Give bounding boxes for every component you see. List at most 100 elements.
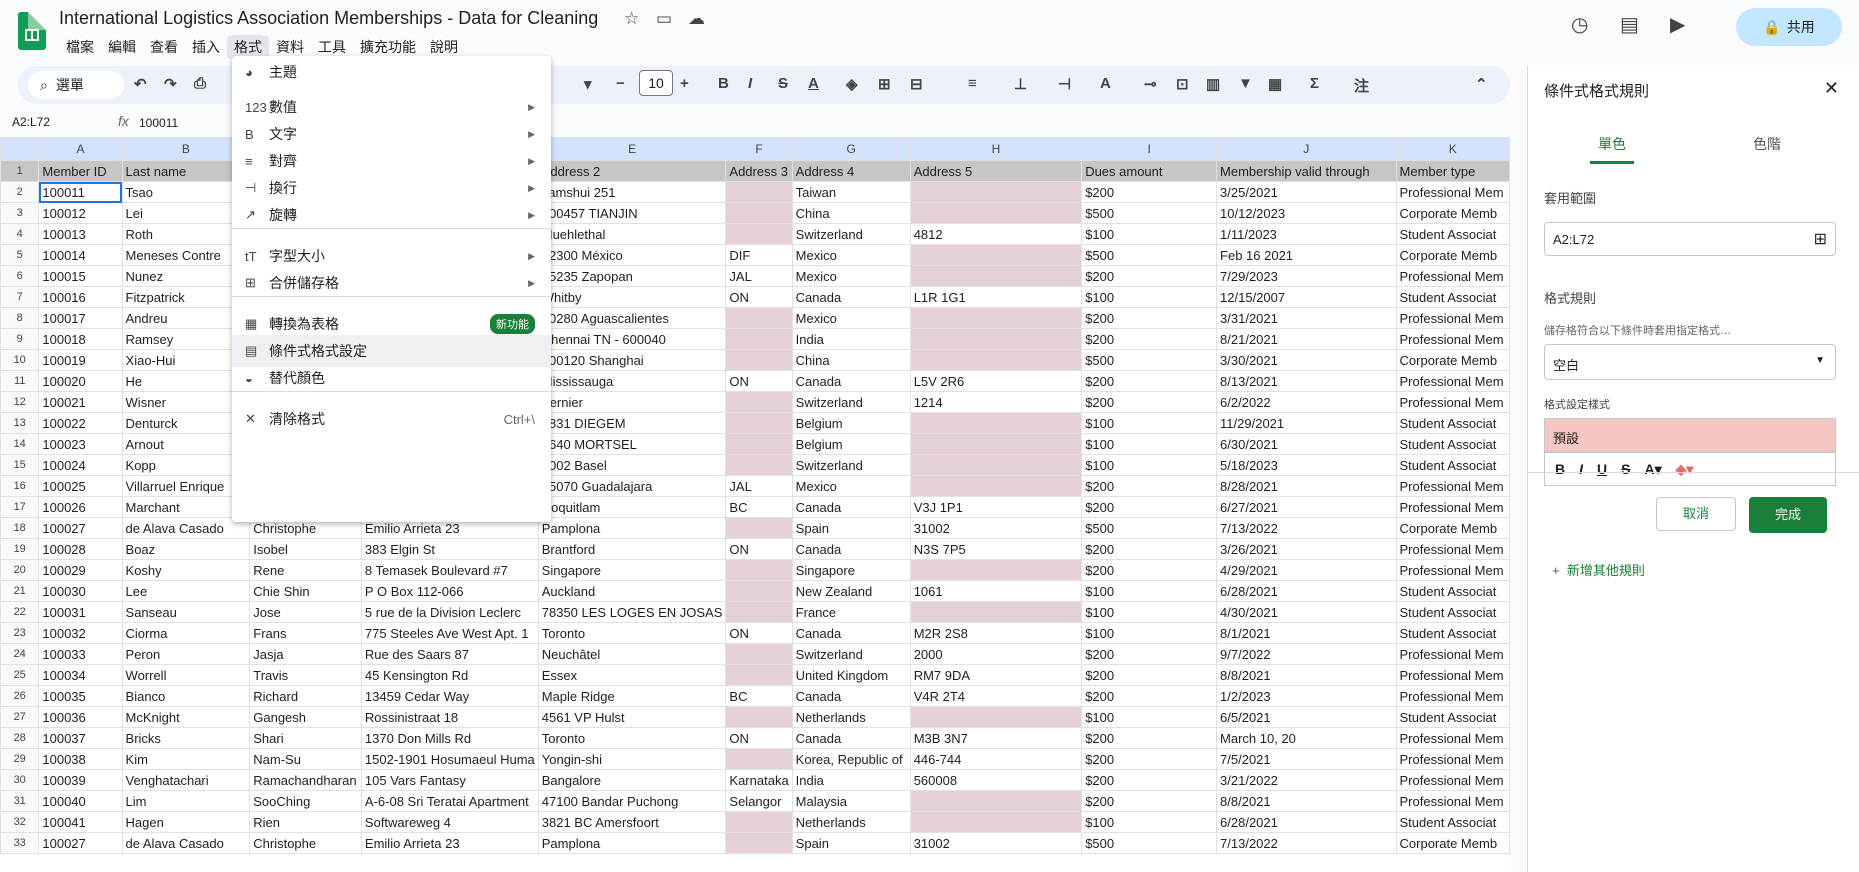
cell[interactable]: 6/2/2022 [1216, 391, 1397, 413]
cell[interactable]: 3/31/2021 [1216, 307, 1397, 329]
cell[interactable]: 9/7/2022 [1216, 643, 1397, 665]
cell[interactable]: Member ID [38, 160, 123, 182]
merge-cells-icon[interactable]: ⊟ [910, 75, 923, 93]
menu-1[interactable]: 編輯 [101, 35, 143, 59]
cell[interactable]: JAL [725, 475, 793, 497]
cell[interactable]: Switzerland [791, 643, 911, 665]
cell[interactable] [725, 223, 793, 245]
cell[interactable]: Kopp [121, 454, 251, 476]
font-dropdown-icon[interactable]: ▾ [584, 75, 592, 93]
cell[interactable]: 100017 [38, 307, 123, 329]
cell[interactable] [909, 601, 1083, 623]
cell[interactable]: 100027 [38, 517, 123, 539]
cell[interactable]: 8/1/2021 [1216, 622, 1397, 644]
cell[interactable]: 7/5/2021 [1216, 748, 1397, 770]
cell[interactable]: M2R 2S8 [909, 622, 1083, 644]
table-view-icon[interactable]: ▦ [1268, 75, 1282, 93]
cell[interactable]: Bricks [121, 727, 251, 749]
cell[interactable] [909, 349, 1083, 371]
cell[interactable]: China [791, 349, 911, 371]
cell[interactable]: Rossinistraat 18 [360, 706, 539, 728]
cell[interactable] [725, 517, 793, 539]
cell[interactable]: 383 Elgin St [360, 538, 539, 560]
cell[interactable]: Meneses Contre [121, 244, 251, 266]
cell[interactable]: Dues amount [1081, 160, 1218, 182]
cell[interactable]: 45235 Zapopan [537, 265, 727, 287]
cell[interactable]: P O Box 112-066 [360, 580, 539, 602]
row-header[interactable]: 10 [0, 349, 40, 371]
cell[interactable]: L1R 1G1 [909, 286, 1083, 308]
cell[interactable]: 100041 [38, 811, 123, 833]
menu-item-5[interactable]: ↗ 旋轉 ▶ [232, 199, 551, 231]
cell[interactable]: 45 Kensington Rd [360, 664, 539, 686]
cell[interactable]: Professional Mem [1395, 265, 1510, 287]
cell[interactable]: Christophe [249, 832, 362, 854]
cell[interactable]: Corporate Memb [1395, 349, 1510, 371]
cell[interactable]: Membership valid through [1216, 160, 1397, 182]
cell[interactable]: Professional Mem [1395, 475, 1510, 497]
cell[interactable]: $100 [1081, 601, 1218, 623]
cell[interactable]: JAL [725, 265, 793, 287]
cell[interactable] [725, 349, 793, 371]
cell[interactable]: Denturck [121, 412, 251, 434]
cell[interactable]: 31002 [909, 832, 1083, 854]
cell[interactable] [725, 706, 793, 728]
comments-icon[interactable]: ▤ [1620, 12, 1639, 37]
cell[interactable]: Corporate Memb [1395, 202, 1510, 224]
cell[interactable]: Professional Mem [1395, 307, 1510, 329]
cell[interactable]: 4/30/2021 [1216, 601, 1397, 623]
cell[interactable]: 6/28/2021 [1216, 580, 1397, 602]
row-header[interactable]: 21 [0, 580, 40, 602]
cell[interactable]: Roth [121, 223, 251, 245]
menu-item-7[interactable]: ⊞ 合併儲存格 ▶ [232, 267, 551, 299]
row-header[interactable]: 11 [0, 370, 40, 392]
text-color-icon[interactable]: A [808, 75, 819, 92]
cell[interactable]: Corporate Memb [1395, 244, 1510, 266]
cell[interactable]: 6/5/2021 [1216, 706, 1397, 728]
cell[interactable]: Address 2 [537, 160, 727, 182]
row-header[interactable]: 27 [0, 706, 40, 728]
cell[interactable]: 78350 LES LOGES EN JOSAS [537, 601, 727, 623]
bold-icon[interactable]: B [1555, 461, 1565, 477]
cell[interactable]: 4812 [909, 223, 1083, 245]
row-header[interactable]: 15 [0, 454, 40, 476]
cell[interactable]: Rene [249, 559, 362, 581]
column-header[interactable]: F [725, 137, 793, 161]
cell[interactable]: Tsao [121, 181, 251, 203]
cell[interactable]: Jasja [249, 643, 362, 665]
share-button[interactable]: 🔒 共用 [1736, 8, 1842, 46]
filter-icon[interactable]: ▼ [1238, 75, 1253, 92]
cell[interactable]: Professional Mem [1395, 748, 1510, 770]
cell[interactable]: 100012 [38, 202, 123, 224]
cell[interactable]: 100040 [38, 790, 123, 812]
cell[interactable]: $200 [1081, 391, 1218, 413]
cell[interactable]: Mexico [791, 475, 911, 497]
link-icon[interactable]: ⊸ [1144, 75, 1157, 93]
print-icon[interactable]: ⎙ [194, 75, 206, 92]
menu-item-10[interactable]: ◒ 替代顏色 [232, 362, 551, 394]
cell[interactable]: 4/29/2021 [1216, 559, 1397, 581]
cell[interactable]: Professional Mem [1395, 328, 1510, 350]
cell[interactable]: 100039 [38, 769, 123, 791]
row-header[interactable]: 14 [0, 433, 40, 455]
cell[interactable]: 100034 [38, 664, 123, 686]
cell[interactable]: BC [725, 496, 793, 518]
cell[interactable]: Jose [249, 601, 362, 623]
row-header[interactable]: 8 [0, 307, 40, 329]
column-header[interactable]: J [1216, 137, 1397, 161]
cell[interactable]: Richard [249, 685, 362, 707]
cell[interactable]: SooChing [249, 790, 362, 812]
menu-3[interactable]: 插入 [185, 35, 227, 59]
version-history-icon[interactable]: ◷ [1571, 12, 1588, 37]
cell[interactable]: Professional Mem [1395, 559, 1510, 581]
cell[interactable]: Singapore [791, 559, 911, 581]
cell[interactable]: Mexico [791, 244, 911, 266]
menu-item-0[interactable]: ◕ 主題 [232, 56, 551, 88]
italic-icon[interactable]: I [748, 75, 752, 92]
cell[interactable]: Arnout [121, 433, 251, 455]
cell[interactable]: Canada [791, 538, 911, 560]
cell[interactable]: BC [725, 685, 793, 707]
cell[interactable]: A-6-08 Sri Teratai Apartment [360, 790, 539, 812]
cell[interactable] [909, 706, 1083, 728]
cell[interactable]: 100026 [38, 496, 123, 518]
